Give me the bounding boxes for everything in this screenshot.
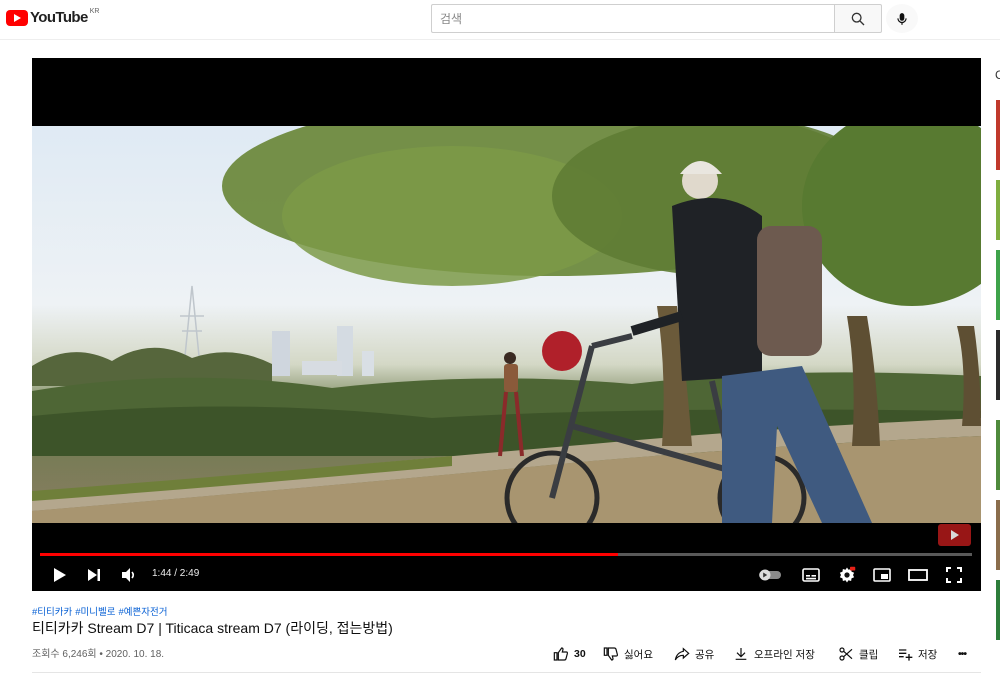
like-button[interactable]: 30 <box>553 643 586 665</box>
sidebar-thumbnail-edge[interactable] <box>996 500 1000 570</box>
dislike-button[interactable]: 싫어요 <box>603 643 653 665</box>
volume-button[interactable] <box>118 563 140 587</box>
autoplay-toggle-icon <box>759 569 781 581</box>
download-label: 오프라인 저장 <box>754 648 815 661</box>
progress-bar[interactable] <box>40 553 972 556</box>
volume-icon <box>122 568 135 582</box>
video-player[interactable]: 1:44 / 2:49 <box>32 58 981 591</box>
sidebar-thumbnail-edge[interactable] <box>996 100 1000 170</box>
hashtag-link[interactable]: #예쁜자전거 <box>119 607 168 618</box>
video-title: 티티카카 Stream D7 | Titicaca stream D7 (라이딩… <box>32 620 393 636</box>
theater-mode-icon <box>908 569 928 581</box>
hashtag-list: #티티카카 #미니벨로 #예쁜자전거 <box>32 604 170 618</box>
theater-mode-button[interactable] <box>906 563 930 587</box>
share-label: 공유 <box>695 648 715 661</box>
next-icon <box>88 569 100 581</box>
search-button[interactable] <box>834 4 882 33</box>
sidebar-thumbnail-edge[interactable] <box>996 250 1000 320</box>
settings-button[interactable] <box>836 563 858 587</box>
miniplayer-button[interactable] <box>871 563 893 587</box>
scissors-icon <box>839 647 853 661</box>
sidebar-thumbnail-edge[interactable] <box>996 420 1000 490</box>
subtitles-button[interactable] <box>800 563 822 587</box>
autoplay-toggle[interactable] <box>758 563 784 587</box>
like-count: 30 <box>574 648 586 660</box>
playlist-add-icon <box>899 649 913 661</box>
view-count-date: 조회수 6,246회 • 2020. 10. 18. <box>32 649 165 660</box>
thumbs-down-icon <box>603 647 618 661</box>
share-icon <box>674 647 690 661</box>
hashtag-link[interactable]: #미니벨로 <box>75 607 115 618</box>
more-actions-button[interactable]: ••• <box>958 643 967 665</box>
next-button[interactable] <box>84 563 104 587</box>
download-button[interactable]: 오프라인 저장 <box>733 643 815 665</box>
sidebar-thumbnail-edge[interactable] <box>996 580 1000 640</box>
fullscreen-button[interactable] <box>942 563 966 587</box>
gear-icon <box>839 566 856 583</box>
dislike-label: 싫어요 <box>624 648 653 661</box>
clip-label: 클립 <box>859 648 879 661</box>
masthead: YouTube KR <box>0 0 1000 40</box>
miniplayer-icon <box>873 568 891 582</box>
save-button[interactable]: 저장 <box>897 643 937 665</box>
youtube-watermark-icon[interactable] <box>938 524 971 546</box>
youtube-play-icon <box>6 9 28 26</box>
video-frame[interactable] <box>32 126 981 523</box>
more-icon: ••• <box>958 648 967 660</box>
subtitles-icon <box>802 568 820 582</box>
divider <box>32 672 981 673</box>
fullscreen-icon <box>946 567 962 583</box>
youtube-logo[interactable]: YouTube KR <box>6 8 100 26</box>
video-scene <box>32 126 981 523</box>
voice-search-button[interactable] <box>886 4 918 33</box>
hashtag-link[interactable]: #티티카카 <box>32 607 72 618</box>
progress-fill <box>40 553 618 556</box>
search-input[interactable] <box>431 4 835 33</box>
country-code: KR <box>89 8 100 15</box>
save-label: 저장 <box>918 648 938 661</box>
sidebar-thumbnail-edge[interactable] <box>996 180 1000 240</box>
play-button[interactable] <box>50 563 70 587</box>
share-button[interactable]: 공유 <box>674 643 714 665</box>
sidebar-thumbnail-edge[interactable] <box>996 330 1000 400</box>
clip-button[interactable]: 클립 <box>838 643 878 665</box>
logo-text: YouTube <box>30 9 88 26</box>
sidebar-partial-text: C <box>995 68 1000 82</box>
time-display: 1:44 / 2:49 <box>152 568 200 579</box>
download-icon <box>735 648 747 660</box>
play-icon <box>54 568 66 582</box>
thumbs-up-icon <box>553 647 568 661</box>
search-icon <box>851 12 865 25</box>
microphone-icon <box>897 12 907 25</box>
